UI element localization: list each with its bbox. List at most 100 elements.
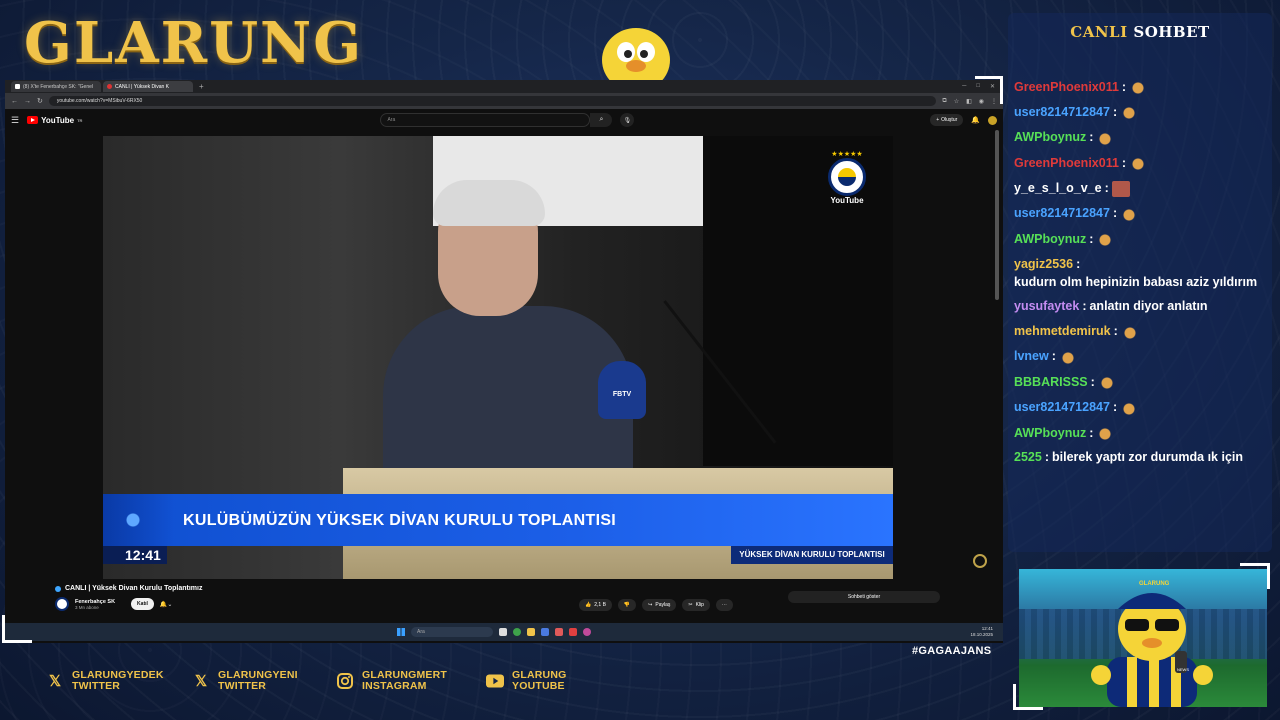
chat-message: user8214712847: (1014, 399, 1270, 416)
reload-icon[interactable]: ↻ (37, 97, 43, 105)
frame-corner (1013, 684, 1043, 710)
chat-username[interactable]: BBBARISSS (1014, 375, 1088, 390)
chrome-icon[interactable] (513, 628, 521, 636)
bookmark-icon[interactable]: ☆ (954, 98, 959, 105)
hamburger-icon[interactable]: ☰ (11, 115, 19, 126)
chat-username[interactable]: user8214712847 (1014, 105, 1110, 120)
mascot-reporter-icon (1091, 593, 1213, 707)
chat-separator: : (1089, 130, 1094, 145)
microphone-icon[interactable]: 🎙 (620, 113, 635, 127)
chat-username[interactable]: AWPboynuz (1014, 232, 1086, 247)
chat-username[interactable]: lvnew (1014, 349, 1049, 364)
obs-icon[interactable] (555, 628, 563, 636)
minimize-icon[interactable]: ─ (962, 83, 966, 90)
social-youtube[interactable]: GLARUNG YOUTUBE (486, 668, 596, 694)
chat-username[interactable]: AWPboynuz (1014, 130, 1086, 145)
channel-name[interactable]: Fenerbahçe SK (75, 599, 115, 605)
fbtv-microphone: FBTV (598, 361, 646, 419)
more-button[interactable]: ⋯ (715, 599, 733, 611)
hashtag: #GAGAAJANS (912, 645, 992, 657)
search-icon[interactable]: ⌕ (590, 113, 613, 127)
chat-separator: : (1076, 256, 1081, 271)
video-player[interactable]: FBTV ★★★★★ YouTube KULÜBÜMÜZÜN YÜKSEK Dİ… (103, 136, 893, 579)
avatar[interactable] (988, 115, 997, 125)
banner-graphic (103, 494, 173, 546)
join-button[interactable]: Katıl (131, 598, 154, 610)
social-twitter-yedek[interactable]: 𝕏 GLARUNGYEDEK TWITTER (46, 668, 192, 694)
browser-window: (8) X'te Fenerbahçe SK: "Genel CANLI | Y… (5, 80, 1003, 643)
chat-username[interactable]: AWPboynuz (1014, 426, 1086, 441)
chat-separator: : (1089, 425, 1094, 440)
new-tab-button[interactable]: + (199, 82, 204, 91)
back-icon[interactable]: ← (11, 98, 18, 105)
mic-tag: NEWS (1177, 667, 1189, 672)
cap-label: GLARUNG (1139, 581, 1170, 587)
chat-message: AWPboynuz: (1014, 231, 1270, 248)
create-button[interactable]: + Oluştur (930, 114, 964, 126)
share-icon: ↪ (648, 602, 653, 608)
chat-username[interactable]: y_e_s_l_o_v_e (1014, 181, 1102, 196)
chat-username[interactable]: GreenPhoenix011 (1014, 80, 1119, 95)
clock-date: 18.10.2025 (970, 632, 993, 637)
forward-icon[interactable]: → (24, 98, 31, 105)
brave-icon[interactable] (569, 628, 577, 636)
chat-separator: : (1089, 231, 1094, 246)
chat-username[interactable]: user8214712847 (1014, 400, 1110, 415)
chat-username[interactable]: yagiz2536 (1014, 257, 1073, 272)
install-icon[interactable]: ⧉ (942, 98, 946, 105)
social-links: 𝕏 GLARUNGYEDEK TWITTER 𝕏 GLARUNGYENI TWI… (46, 668, 596, 694)
wave-emote-icon (1096, 231, 1115, 248)
youtube-play-icon (27, 116, 39, 124)
chat-username[interactable]: user8214712847 (1014, 206, 1110, 221)
scrollbar[interactable] (995, 130, 999, 300)
channel-avatar[interactable] (55, 597, 69, 611)
taskbar-search[interactable]: Ara (411, 627, 493, 637)
notification-bell-icon[interactable]: 🔔 (971, 116, 980, 124)
chat-separator: : (1090, 374, 1095, 389)
show-chat-button[interactable]: Sohbeti göster (788, 591, 940, 603)
crest-ring (828, 158, 866, 196)
live-indicator-icon (55, 585, 61, 592)
youtube-icon (486, 672, 504, 690)
dislike-button[interactable]: 👎 (617, 599, 637, 611)
url-field[interactable]: youtube.com/watch?v=MSibuV-6RX50 (48, 96, 937, 106)
more-icon: ⋯ (721, 602, 727, 608)
chat-message: user8214712847: (1014, 205, 1270, 222)
app-icon[interactable] (583, 628, 591, 636)
tab-label: (8) X'te Fenerbahçe SK: "Genel (23, 83, 93, 90)
plus-icon: + (936, 117, 940, 123)
thumbs-down-icon: 👎 (623, 602, 631, 608)
share-button[interactable]: ↪ Paylaş (642, 599, 677, 611)
chat-separator: : (1121, 155, 1127, 170)
channel-logo: GLARUNG (24, 10, 364, 76)
like-button[interactable]: 👍 2,1 B (579, 599, 612, 611)
scissors-icon: ✂ (688, 602, 693, 608)
chat-separator: : (1044, 450, 1049, 465)
file-explorer-icon[interactable] (527, 628, 535, 636)
frame-corner (975, 76, 1003, 104)
chat-message: AWPboynuz: (1014, 425, 1270, 442)
task-view-icon[interactable] (499, 628, 507, 636)
tab-youtube[interactable]: CANLI | Yüksek Divan K (103, 81, 193, 92)
social-instagram[interactable]: GLARUNGMERT INSTAGRAM (336, 668, 486, 694)
chat-username[interactable]: mehmetdemiruk (1014, 324, 1111, 339)
video-title: CANLI | Yüksek Divan Kurulu Toplantımız (55, 585, 775, 592)
chat-username[interactable]: GreenPhoenix011 (1014, 156, 1119, 171)
address-bar: ← → ↻ youtube.com/watch?v=MSibuV-6RX50 ⧉… (5, 93, 1003, 109)
chat-username[interactable]: 2525 (1014, 450, 1042, 465)
clip-button[interactable]: ✂ Klip (682, 599, 710, 611)
social-twitter-yeni[interactable]: 𝕏 GLARUNGYENI TWITTER (192, 668, 336, 694)
subscribe-bell-icon[interactable]: 🔔⌄ (160, 601, 173, 608)
tab-bar: (8) X'te Fenerbahçe SK: "Genel CANLI | Y… (5, 80, 1003, 93)
windows-start-icon[interactable] (397, 628, 405, 636)
stars-icon: ★★★★★ (831, 151, 863, 158)
chat-username[interactable]: yusufaytek (1014, 299, 1079, 314)
extensions-icon[interactable]: ◧ (966, 98, 972, 105)
wave-emote-icon (1120, 205, 1139, 222)
tab-twitter[interactable]: (8) X'te Fenerbahçe SK: "Genel (11, 81, 101, 92)
youtube-logo[interactable]: YouTube TR (27, 116, 82, 125)
lower-third-banner: KULÜBÜMÜZÜN YÜKSEK DİVAN KURULU TOPLANTI… (103, 494, 893, 546)
app-icon[interactable] (541, 628, 549, 636)
system-clock[interactable]: 12:41 18.10.2025 (970, 626, 1003, 638)
search-input[interactable]: Ara (380, 113, 591, 127)
